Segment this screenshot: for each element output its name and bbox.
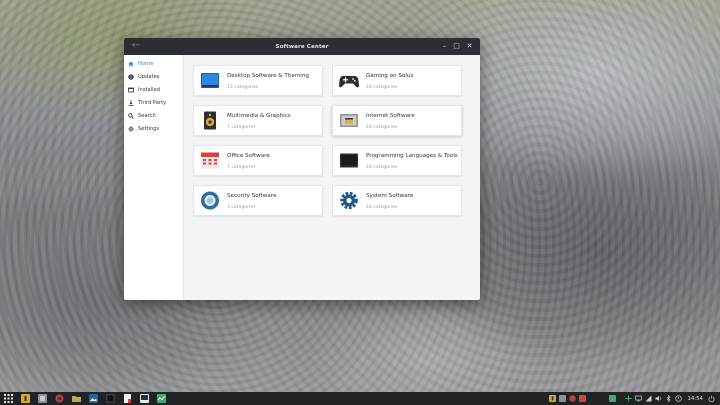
- taskbar-app-text-editor[interactable]: [121, 392, 134, 405]
- installed-icon: [128, 87, 134, 93]
- taskbar-app-monitor[interactable]: [138, 392, 151, 405]
- window-title: Software Center: [275, 43, 329, 50]
- category-title: Security Software: [227, 193, 277, 199]
- category-title: Internet Software: [366, 113, 415, 119]
- category-card-security[interactable]: Security Software 3 categories: [193, 185, 323, 216]
- photos-icon: [89, 394, 98, 403]
- tray-files-icon[interactable]: [558, 392, 567, 405]
- software-center-window: ← Software Center – □ ✕ Home Updates Ins…: [124, 38, 480, 300]
- speaker-icon: [200, 111, 220, 130]
- taskbar: 14:54: [0, 392, 720, 405]
- search-icon: [128, 112, 134, 119]
- app-menu-button[interactable]: [2, 392, 15, 405]
- sidebar-item-installed[interactable]: Installed: [124, 83, 183, 96]
- taskbar-app-terminal[interactable]: [104, 392, 117, 405]
- tray-software-center-icon[interactable]: [548, 392, 557, 405]
- text-editor-icon: [124, 394, 131, 403]
- maximize-button[interactable]: □: [451, 41, 462, 52]
- category-card-programming[interactable]: Programming Languages & Tools 10 categor…: [332, 145, 462, 176]
- system-tray: 14:54: [547, 392, 716, 405]
- taskbar-app-software-center[interactable]: [19, 392, 32, 405]
- category-count: 7 categories: [227, 125, 256, 130]
- info-icon: [128, 73, 134, 80]
- sidebar-item-third-party[interactable]: Third Party: [124, 96, 183, 109]
- display-icon[interactable]: [634, 392, 643, 405]
- category-card-office[interactable]: Office Software 7 categories: [193, 145, 323, 176]
- terminal-icon: [339, 151, 359, 170]
- notifications-icon[interactable]: [674, 392, 683, 405]
- taskbar-app-browser[interactable]: [53, 392, 66, 405]
- sidebar-item-label: Home: [138, 60, 154, 67]
- sidebar-item-label: Third Party: [138, 99, 167, 106]
- category-card-multimedia[interactable]: Multimedia & Graphics 7 categories: [193, 105, 323, 136]
- home-icon: [128, 61, 134, 67]
- category-title: Gaming on Solus: [366, 73, 414, 79]
- tray-browser-icon[interactable]: [568, 392, 577, 405]
- category-title: Multimedia & Graphics: [227, 113, 291, 119]
- network-icon: [339, 111, 359, 130]
- monitor-icon: [140, 394, 149, 403]
- sidebar-item-label: Installed: [138, 86, 161, 93]
- category-title: Office Software: [227, 153, 270, 159]
- taskbar-app-photos[interactable]: [87, 392, 100, 405]
- category-grid: Desktop Software & Theming 15 categories…: [184, 55, 480, 300]
- clock[interactable]: 14:54: [687, 396, 703, 402]
- download-icon: [128, 100, 134, 106]
- taskbar-app-system-monitor[interactable]: [155, 392, 168, 405]
- add-icon[interactable]: [624, 392, 633, 405]
- sidebar-item-label: Settings: [138, 125, 160, 132]
- files-icon: [38, 394, 47, 403]
- category-card-desktop[interactable]: Desktop Software & Theming 15 categories: [193, 65, 323, 96]
- category-count: 7 categories: [227, 165, 256, 170]
- taskbar-app-folder[interactable]: [70, 392, 83, 405]
- category-card-internet[interactable]: Internet Software 10 categories: [332, 105, 462, 136]
- grid-icon: [4, 394, 13, 403]
- bluetooth-icon[interactable]: [664, 392, 673, 405]
- sidebar: Home Updates Installed Third Party Searc…: [124, 55, 184, 300]
- category-title: Desktop Software & Theming: [227, 73, 309, 79]
- sidebar-item-label: Search: [138, 112, 156, 119]
- gear-icon: [128, 126, 134, 132]
- category-count: 16 categories: [366, 205, 398, 210]
- category-count: 10 categories: [366, 125, 398, 130]
- folder-icon: [72, 396, 81, 402]
- category-title: System Software: [366, 193, 414, 199]
- category-count: 15 categories: [227, 85, 259, 90]
- terminal-app-icon: [106, 394, 115, 403]
- desktop-icon: [200, 71, 220, 90]
- sidebar-item-home[interactable]: Home: [124, 57, 183, 70]
- category-count: 10 categories: [366, 165, 398, 170]
- system-monitor-icon: [157, 394, 166, 403]
- tray-monitor-icon[interactable]: [608, 392, 617, 405]
- software-center-icon: [21, 394, 30, 403]
- category-card-gaming[interactable]: Gaming on Solus 10 categories: [332, 65, 462, 96]
- shield-icon: [200, 191, 220, 210]
- sidebar-item-settings[interactable]: Settings: [124, 122, 183, 135]
- close-button[interactable]: ✕: [464, 41, 475, 52]
- sidebar-item-updates[interactable]: Updates: [124, 70, 183, 83]
- minimize-button[interactable]: –: [439, 41, 450, 52]
- titlebar: ← Software Center – □ ✕: [124, 38, 480, 55]
- browser-icon: [55, 394, 64, 403]
- sidebar-item-search[interactable]: Search: [124, 109, 183, 122]
- power-icon[interactable]: [707, 392, 716, 405]
- calendar-icon: [200, 151, 220, 170]
- tray-app-icon[interactable]: [578, 392, 587, 405]
- category-count: 10 categories: [366, 85, 398, 90]
- system-gear-icon: [339, 191, 359, 210]
- sidebar-item-label: Updates: [138, 73, 160, 80]
- category-card-system[interactable]: System Software 16 categories: [332, 185, 462, 216]
- category-title: Programming Languages & Tools: [366, 153, 458, 159]
- category-count: 3 categories: [227, 205, 256, 210]
- volume-icon[interactable]: [654, 392, 663, 405]
- network-tray-icon[interactable]: [644, 392, 653, 405]
- taskbar-app-files[interactable]: [36, 392, 49, 405]
- gamepad-icon: [339, 71, 359, 90]
